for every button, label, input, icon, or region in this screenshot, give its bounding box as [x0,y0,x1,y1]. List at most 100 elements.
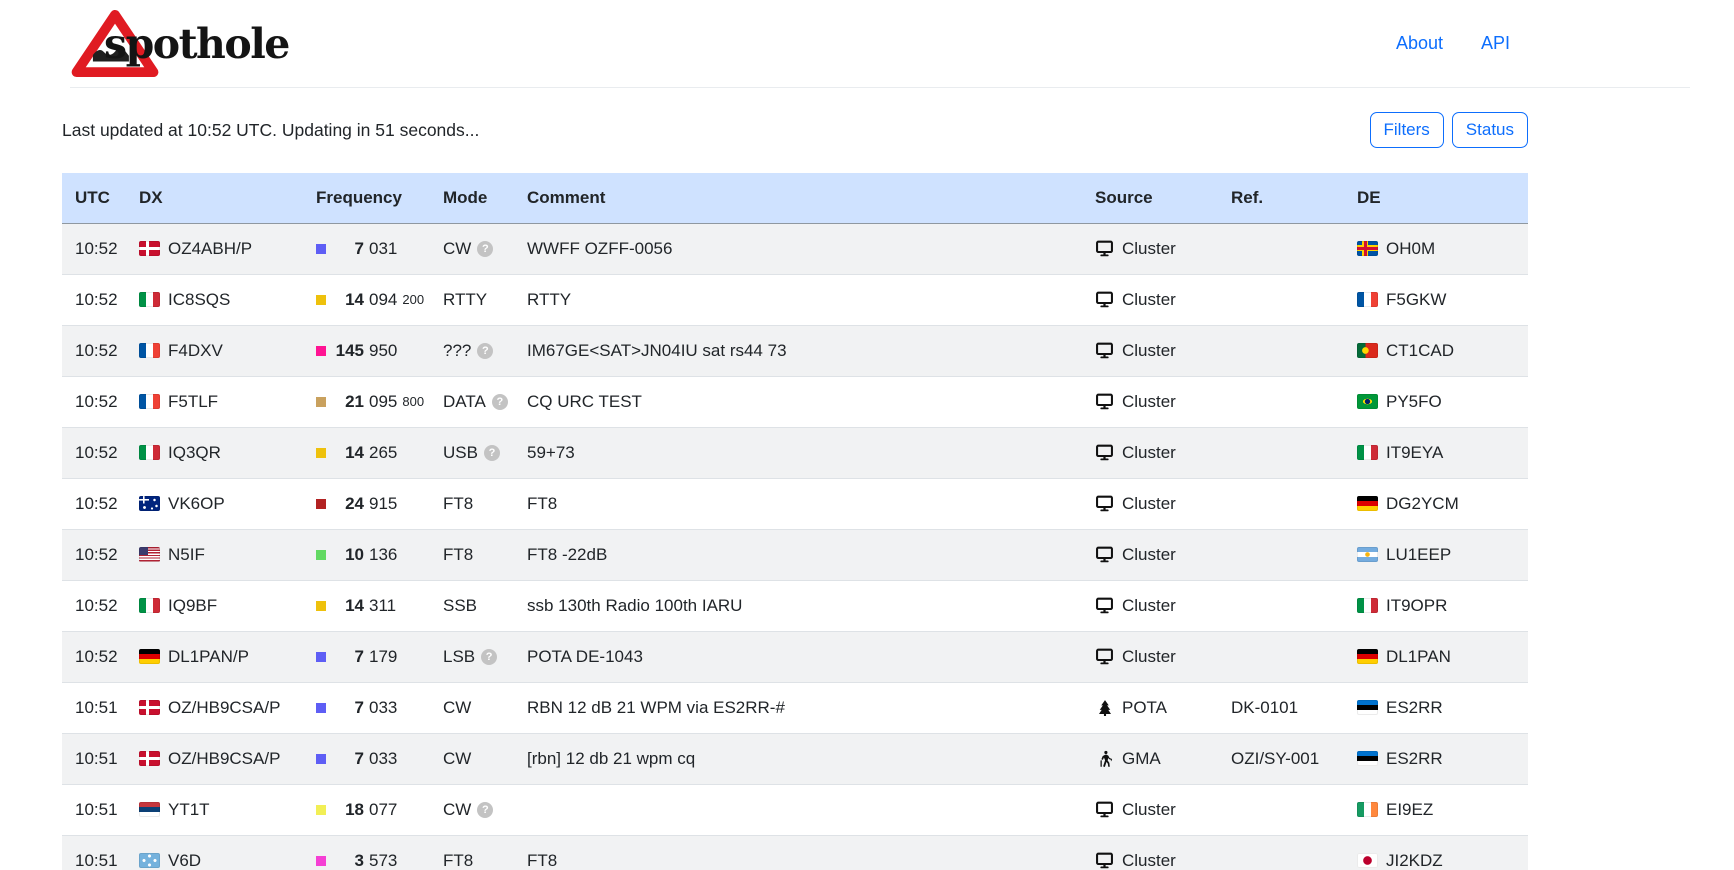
dx-callsign-link[interactable]: V6D [168,851,201,870]
mode-label: CW [443,698,471,718]
band-square-icon [316,397,326,407]
de-callsign-link[interactable]: ES2RR [1386,749,1443,769]
dx-callsign-link[interactable]: OZ/HB9CSA/P [168,749,280,769]
ref-cell [1218,427,1344,478]
main-content: Last updated at 10:52 UTC. Updating in 5… [62,107,1528,870]
de-callsign-link[interactable]: EI9EZ [1386,800,1433,820]
dx-callsign-link[interactable]: VK6OP [168,494,225,514]
de-callsign-link[interactable]: OH0M [1386,239,1435,259]
de-callsign-link[interactable]: DG2YCM [1386,494,1459,514]
frequency-mhz: 14 [333,290,364,310]
de-callsign-link[interactable]: JI2KDZ [1386,851,1443,870]
column-header: DE [1344,173,1528,223]
desktop-monitor-icon [1095,596,1114,615]
dx-callsign-link[interactable]: IQ3QR [168,443,221,463]
table-header-row: UTCDXFrequencyModeCommentSourceRef.DE [62,173,1528,223]
frequency-cell: 21 095 800 [303,376,430,427]
de-callsign-link[interactable]: ES2RR [1386,698,1443,718]
desktop-monitor-icon [1095,290,1114,309]
mode-help-icon[interactable]: ? [477,802,493,818]
frequency-cell: 7 033 [303,682,430,733]
brand-logo-link[interactable]: spothole [70,8,289,79]
desktop-monitor-icon [1095,392,1114,411]
frequency-mhz: 7 [333,239,364,259]
hiker-icon [1095,750,1114,768]
comment-cell: RBN 12 dB 21 WPM via ES2RR-# [514,682,1082,733]
mode-cell: CW [430,733,514,784]
dx-callsign-link[interactable]: OZ4ABH/P [168,239,252,259]
utc-cell: 10:51 [62,733,126,784]
de-cell: OH0M [1344,223,1528,274]
spot-row: 10:52 F4DXV 145 950 ??? ? IM67GE<SAT>JN0… [62,325,1528,376]
dx-callsign-link[interactable]: F5TLF [168,392,218,412]
desktop-monitor-icon [1095,443,1114,462]
de-callsign-link[interactable]: IT9OPR [1386,596,1447,616]
source-cell: Cluster [1082,835,1218,870]
dx-callsign-link[interactable]: YT1T [168,800,210,820]
spot-row: 10:51 OZ/HB9CSA/P 7 033 CW RBN 12 dB 21 … [62,682,1528,733]
de-callsign-link[interactable]: CT1CAD [1386,341,1454,361]
dx-callsign-link[interactable]: N5IF [168,545,205,565]
de-callsign-link[interactable]: IT9EYA [1386,443,1443,463]
spot-row: 10:52 DL1PAN/P 7 179 LSB ? POTA DE-1043 [62,631,1528,682]
source-cell: Cluster [1082,376,1218,427]
mode-help-icon[interactable]: ? [492,394,508,410]
de-flag-icon [1357,343,1378,358]
comment-cell: POTA DE-1043 [514,631,1082,682]
source-label: Cluster [1122,239,1176,259]
de-callsign-link[interactable]: PY5FO [1386,392,1442,412]
utc-cell: 10:51 [62,682,126,733]
mode-help-icon[interactable]: ? [484,445,500,461]
last-updated-text: Last updated at 10:52 UTC. Updating in 5… [62,120,479,141]
status-button[interactable]: Status [1452,112,1528,148]
filters-button[interactable]: Filters [1370,112,1444,148]
mode-help-icon[interactable]: ? [477,241,493,257]
source-cell: Cluster [1082,784,1218,835]
mode-label: USB [443,443,478,463]
dx-callsign-link[interactable]: F4DXV [168,341,223,361]
mode-label: FT8 [443,545,473,565]
dx-flag-icon [139,496,160,511]
utc-cell: 10:52 [62,376,126,427]
dx-cell: IQ3QR [126,427,303,478]
dx-flag-icon [139,445,160,460]
mode-help-icon[interactable]: ? [477,343,493,359]
frequency-khz: 033 [369,749,397,769]
frequency-mhz: 145 [333,341,364,361]
utc-cell: 10:51 [62,784,126,835]
dx-flag-icon [139,700,160,715]
source-label: Cluster [1122,494,1176,514]
band-square-icon [316,856,326,866]
desktop-monitor-icon [1095,800,1114,819]
mode-cell: CW ? [430,784,514,835]
de-callsign-link[interactable]: LU1EEP [1386,545,1451,565]
frequency-hz: 200 [402,292,424,307]
column-header: Frequency [303,173,430,223]
frequency-mhz: 7 [333,647,364,667]
mode-help-icon[interactable]: ? [481,649,497,665]
de-cell: PY5FO [1344,376,1528,427]
frequency-mhz: 21 [333,392,364,412]
frequency-cell: 7 031 [303,223,430,274]
dx-callsign-link[interactable]: OZ/HB9CSA/P [168,698,280,718]
frequency-cell: 24 915 [303,478,430,529]
nav-link-api[interactable]: API [1481,33,1510,54]
dx-callsign-link[interactable]: DL1PAN/P [168,647,249,667]
frequency-khz: 031 [369,239,397,259]
nav-link-about[interactable]: About [1396,33,1443,54]
frequency-khz: 179 [369,647,397,667]
comment-cell: RTTY [514,274,1082,325]
de-cell: JI2KDZ [1344,835,1528,870]
frequency-cell: 14 311 [303,580,430,631]
mode-label: FT8 [443,851,473,870]
dx-callsign-link[interactable]: IQ9BF [168,596,217,616]
mode-label: SSB [443,596,477,616]
de-callsign-link[interactable]: DL1PAN [1386,647,1451,667]
frequency-mhz: 3 [333,851,364,870]
dx-callsign-link[interactable]: IC8SQS [168,290,230,310]
frequency-cell: 7 033 [303,733,430,784]
comment-cell: ssb 130th Radio 100th IARU [514,580,1082,631]
de-callsign-link[interactable]: F5GKW [1386,290,1446,310]
band-square-icon [316,346,326,356]
frequency-khz: 915 [369,494,397,514]
